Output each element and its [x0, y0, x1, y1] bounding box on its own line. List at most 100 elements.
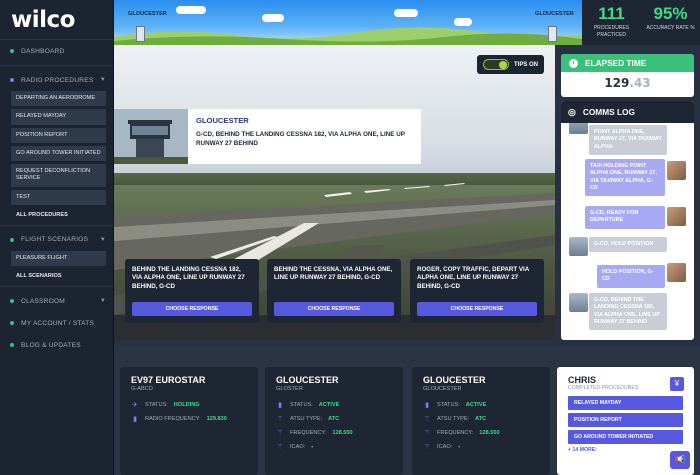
comms-label: Comms Log [582, 107, 635, 117]
nav-my-account[interactable]: My Account / Stats [0, 312, 113, 334]
elapsed-seconds: 129 [604, 76, 630, 90]
response-text: Behind the Cessna, via Alpha One, line u… [274, 266, 393, 282]
accuracy-label: Accuracy Rate % [646, 25, 695, 31]
row-label: Frequency: [437, 430, 474, 436]
plane-icon: ✈ [132, 402, 138, 409]
dot-icon [10, 343, 14, 348]
sub-item-go-around[interactable]: Go Around Tower Initiated [11, 145, 106, 162]
toggle-switch[interactable] [482, 59, 509, 70]
clock-icon [569, 58, 578, 68]
atsu-card: Gloucester Gloster ▮ Status: Active ⚚ ATSU … [265, 367, 403, 475]
elapsed-value: 129.43 [561, 76, 694, 90]
all-scenarios-link[interactable]: All Scenarios [11, 269, 106, 283]
antenna-icon: ⚚ [423, 416, 431, 423]
sub-item-pleasure-flight[interactable]: Pleasure Flight [11, 250, 106, 267]
row-label: ICAO: [290, 444, 306, 450]
choose-response-button[interactable]: Choose Response [417, 302, 537, 316]
tips-label: Tips On [513, 61, 538, 68]
choose-response-button[interactable]: Choose Response [132, 302, 252, 316]
route-bar: Gloucester Gloucester [114, 0, 582, 45]
row-label: Frequency: [290, 430, 327, 436]
response-text: Behind the landing Cessna 182, via Alpha… [132, 266, 245, 290]
antenna-icon: ⚚ [423, 430, 431, 437]
sub-item-departing[interactable]: Departing an Aerodrome [11, 91, 106, 107]
info-row: ⚚ Frequency: 128.550 [276, 429, 392, 437]
card-title: EV97 Eurostar [131, 375, 206, 385]
stat-procedures: 111 Procedures Practiced [582, 0, 641, 45]
antenna-icon: ⚚ [423, 444, 431, 451]
nav-label: Classroom [21, 297, 65, 305]
collapse-icon[interactable]: ¥ [670, 377, 684, 391]
sub-item-test[interactable]: Test [11, 189, 106, 205]
row-value: Active [465, 402, 487, 408]
info-row: ▮ Radio Frequency: 129.830 [131, 415, 247, 423]
sub-item-deconfliction[interactable]: Request Deconfliction Service [11, 164, 106, 187]
chevron-down-icon: ▼ [99, 236, 106, 243]
atc-avatar [569, 123, 588, 134]
nav-radio-procedures[interactable]: Radio Procedures ▼ [0, 69, 113, 91]
nav-label: My Account / Stats [21, 319, 95, 327]
more-link[interactable]: + 14 more: [568, 447, 683, 453]
comms-log-panel: ◎ Comms Log Point Alpha One, runway 27, … [561, 101, 694, 340]
nav-label: Flight Scenarios [21, 236, 89, 244]
tips-toggle[interactable]: Tips On [476, 55, 544, 74]
completed-procedure[interactable]: Relayed Mayday [568, 396, 683, 410]
signal-icon: ▮ [278, 402, 282, 409]
aircraft-card: EV97 Eurostar G-ABCD ✈ Status: Holding ▮ Ra… [120, 367, 258, 475]
user-name: Chris [568, 375, 597, 385]
cloud-icon [262, 14, 284, 22]
antenna-icon: ⚚ [276, 444, 284, 451]
choose-response-button[interactable]: Choose Response [274, 302, 394, 316]
card-subtitle: Gloster [276, 386, 303, 392]
atc-avatar [569, 293, 588, 312]
atc-instruction: G-CD, behind the landing Cessna 182, via… [196, 131, 405, 147]
divider [0, 286, 113, 288]
row-label: Status: [145, 402, 168, 408]
sub-item-relayed-mayday[interactable]: Relayed Mayday [11, 109, 106, 125]
elapsed-time-panel: Elapsed Time 129.43 [561, 54, 694, 97]
completed-procedure[interactable]: Position Report [568, 413, 683, 427]
nav-blog[interactable]: Blog & Updates [0, 334, 113, 356]
procedures-value: 111 [598, 4, 625, 23]
atsu-card: Gloucester Gloucester ▮ Status: Active ⚚ AT… [412, 367, 550, 475]
row-value: 128.550 [479, 430, 500, 436]
signal-icon: ▮ [133, 416, 137, 423]
antenna-icon: ⚚ [276, 430, 284, 437]
megaphone-icon[interactable]: 📢 [670, 451, 690, 469]
origin-label: Gloucester [128, 11, 167, 17]
row-value: ATC [475, 416, 487, 422]
info-row: ▮ Status: Active [423, 401, 539, 409]
info-row: ⚚ ICAO: - [423, 443, 539, 451]
destination-label: Gloucester [535, 11, 574, 17]
sub-item-position-report[interactable]: Position Report [11, 127, 106, 143]
row-label: Status: [290, 402, 313, 408]
row-value: - [458, 444, 461, 450]
all-procedures-link[interactable]: All Procedures [11, 208, 106, 222]
atc-message-card: Gloucester G-CD, behind the landing Cess… [114, 109, 421, 164]
response-card: Roger, copy traffic, depart via Alpha On… [410, 259, 544, 323]
row-value: - [311, 444, 314, 450]
stat-accuracy: 95% Accuracy Rate % [641, 0, 700, 45]
pilot-avatar [667, 207, 686, 226]
nav-dashboard[interactable]: Dashboard [0, 40, 113, 62]
comms-messages[interactable]: Point Alpha One, runway 27, via taxiway … [561, 123, 694, 340]
divider [0, 65, 113, 66]
logo[interactable]: wilco [0, 0, 113, 40]
row-label: Radio Frequency: [145, 416, 201, 422]
comms-message: G-CD, ready for departure [585, 206, 665, 229]
atc-text: Gloucester G-CD, behind the landing Cess… [188, 109, 421, 164]
comms-message: Taxi holding point Alpha One, runway 27,… [585, 159, 665, 197]
nav-classroom[interactable]: Classroom ▼ [0, 290, 113, 312]
control-tower-icon [114, 109, 188, 164]
terrain [114, 27, 582, 45]
dot-icon [10, 321, 14, 326]
response-card: Behind the landing Cessna 182, via Alpha… [125, 259, 259, 323]
atc-avatar [569, 237, 588, 256]
info-row: ⚚ Frequency: 128.550 [423, 429, 539, 437]
comms-message: G-CD, hold position [589, 237, 667, 253]
completed-procedure[interactable]: Go Around Tower Initiated [568, 430, 683, 444]
card-subtitle: G-ABCD [131, 386, 153, 392]
response-card: Behind the Cessna, via Alpha One, line u… [267, 259, 401, 323]
nav-label: Blog & Updates [21, 341, 81, 349]
nav-flight-scenarios[interactable]: Flight Scenarios ▼ [0, 229, 113, 251]
